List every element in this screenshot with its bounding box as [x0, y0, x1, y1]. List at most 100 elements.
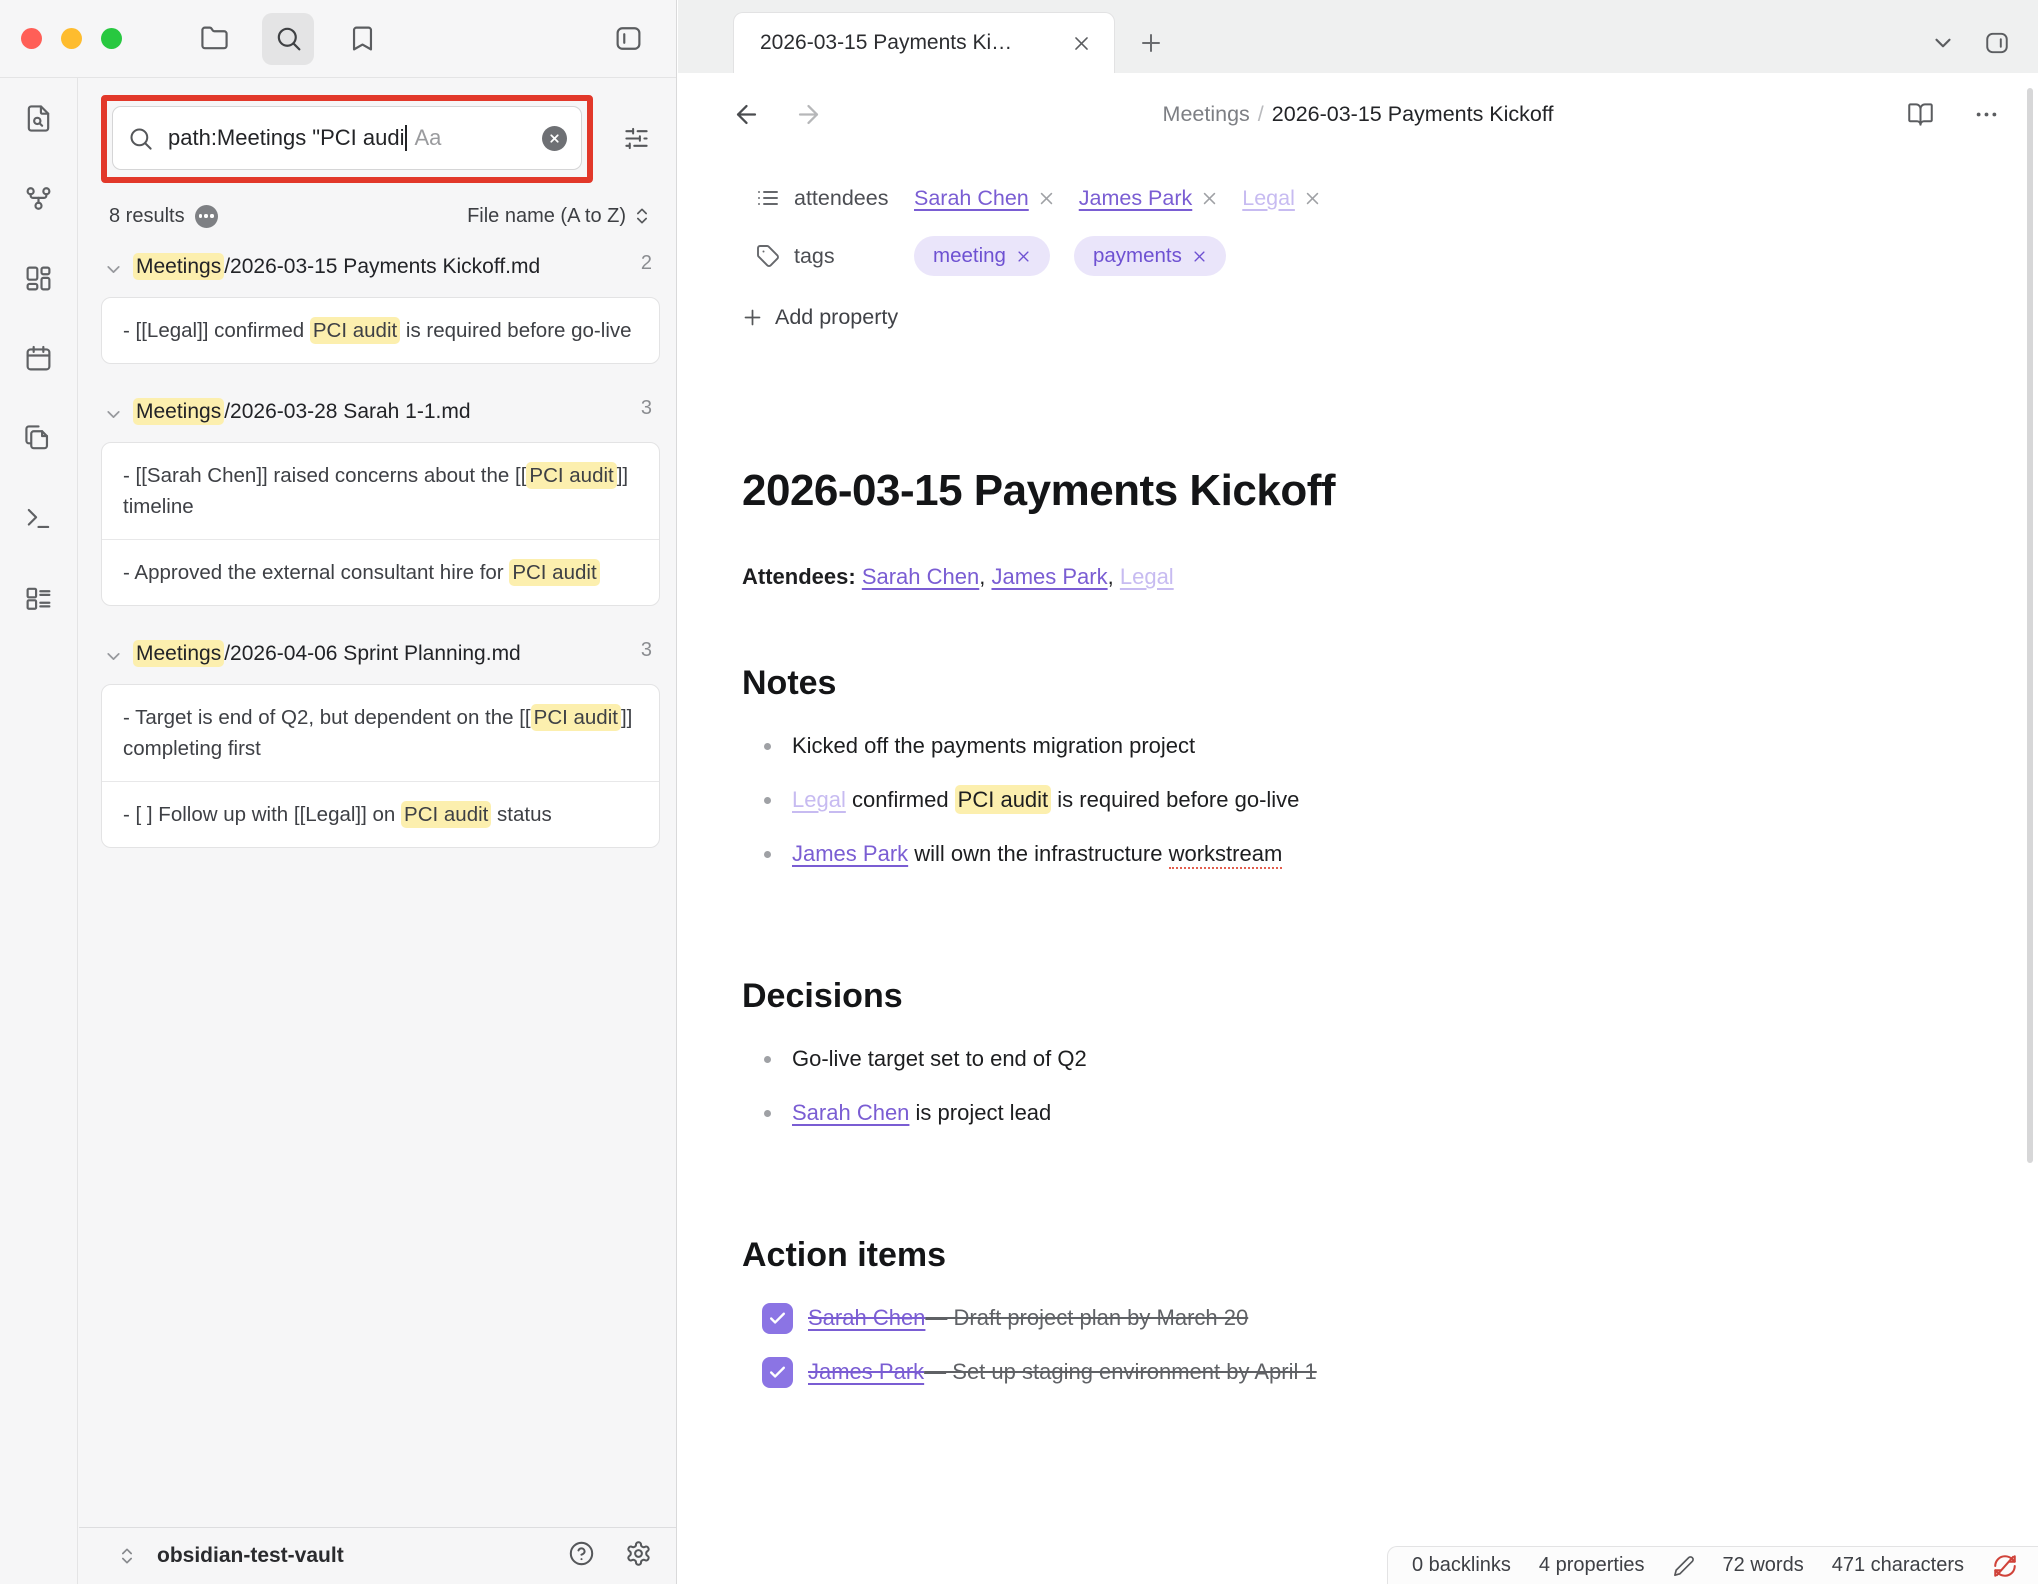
search-settings-icon[interactable] — [618, 120, 654, 156]
search-result-file[interactable]: Meetings/2026-04-06 Sprint Planning.md3 — [101, 633, 660, 676]
reading-mode-icon[interactable] — [1902, 96, 1938, 132]
remove-tag-icon[interactable] — [1016, 249, 1031, 264]
sort-order-button[interactable]: File name (A to Z) — [467, 205, 652, 228]
collapse-left-sidebar-icon[interactable] — [602, 13, 654, 65]
internal-link[interactable]: James Park — [1079, 186, 1193, 211]
bookmark-icon[interactable] — [336, 13, 388, 65]
search-result-group: Meetings/2026-03-15 Payments Kickoff.md2… — [101, 246, 660, 364]
edit-mode-icon[interactable] — [1673, 1555, 1695, 1577]
collapse-chevron-icon[interactable] — [103, 255, 124, 285]
tag-pill-label: meeting — [933, 244, 1006, 268]
remove-value-icon[interactable] — [1304, 190, 1321, 207]
navigate-back-icon[interactable] — [728, 96, 764, 132]
breadcrumb-parent[interactable]: Meetings — [1163, 102, 1250, 126]
obsidian-window: path:Meetings "PCI audi Aa 8 results Fil… — [0, 0, 2038, 1584]
property-key[interactable]: attendees — [742, 186, 914, 211]
search-query-text: path:Meetings "PCI audi — [168, 125, 405, 151]
view-header: Meetings/2026-03-15 Payments Kickoff — [678, 73, 2038, 155]
results-count[interactable]: 8 results — [109, 205, 218, 228]
internal-link[interactable]: James Park — [792, 841, 908, 866]
internal-link[interactable]: Sarah Chen — [862, 564, 979, 589]
list-todo-icon[interactable] — [17, 576, 61, 620]
tag-icon — [756, 244, 780, 268]
highlighted-text: PCI audit — [531, 704, 621, 731]
breadcrumb-current[interactable]: 2026-03-15 Payments Kickoff — [1272, 102, 1554, 126]
results-more-icon[interactable] — [195, 205, 218, 228]
minimize-window-button[interactable] — [61, 28, 82, 49]
search-result-file[interactable]: Meetings/2026-03-28 Sarah 1-1.md3 — [101, 391, 660, 434]
add-property-button[interactable]: Add property — [742, 305, 1958, 330]
internal-link[interactable]: James Park — [991, 564, 1107, 589]
terminal-icon[interactable] — [17, 496, 61, 540]
task-checkbox[interactable] — [762, 1357, 793, 1388]
task-checkbox[interactable] — [762, 1303, 793, 1334]
result-file-name: Meetings/2026-03-28 Sarah 1-1.md — [133, 395, 629, 428]
remove-tag-icon[interactable] — [1192, 249, 1207, 264]
navigate-forward-icon[interactable] — [790, 96, 826, 132]
copy-icon[interactable] — [17, 416, 61, 460]
expand-right-sidebar-icon[interactable] — [1984, 30, 2010, 61]
sync-error-icon[interactable] — [1992, 1553, 2018, 1579]
text-segment: — Set up staging environment by April 1 — [924, 1345, 1317, 1399]
task-item: Sarah Chen — Draft project plan by March… — [742, 1291, 1958, 1345]
internal-link[interactable]: Legal — [1120, 564, 1174, 589]
scrollbar-thumb[interactable] — [2027, 88, 2033, 1163]
property-label: tags — [794, 244, 835, 269]
search-result-snippet[interactable]: - Approved the external consultant hire … — [102, 539, 659, 605]
search-icon[interactable] — [262, 13, 314, 65]
backlinks-status[interactable]: 0 backlinks — [1412, 1554, 1511, 1577]
vault-name[interactable]: obsidian-test-vault — [157, 1544, 344, 1568]
close-window-button[interactable] — [21, 28, 42, 49]
search-result-card: - Target is end of Q2, but dependent on … — [101, 684, 660, 848]
match-case-toggle[interactable]: Aa — [415, 125, 442, 151]
canvas-icon[interactable] — [17, 256, 61, 300]
result-file-name: Meetings/2026-03-15 Payments Kickoff.md — [133, 250, 629, 283]
property-key[interactable]: tags — [742, 244, 914, 269]
text-segment: Attendees: — [742, 564, 856, 589]
window-controls — [0, 28, 122, 49]
internal-link[interactable]: Legal — [792, 787, 846, 812]
help-icon[interactable] — [568, 1540, 595, 1572]
internal-link[interactable]: Legal — [1242, 186, 1295, 211]
internal-link[interactable]: Sarah Chen — [792, 1100, 909, 1125]
text-cursor — [405, 125, 407, 151]
property-link-value: Sarah Chen — [914, 186, 1055, 211]
tab-active[interactable]: 2026-03-15 Payments Ki… — [733, 12, 1115, 73]
internal-link[interactable]: Sarah Chen — [808, 1291, 925, 1345]
tab-list-chevron-icon[interactable] — [1930, 30, 1956, 61]
collapse-chevron-icon[interactable] — [103, 642, 124, 672]
tab-title: 2026-03-15 Payments Ki… — [760, 31, 1066, 55]
folder-icon[interactable] — [188, 13, 240, 65]
internal-link[interactable]: James Park — [808, 1345, 924, 1399]
clear-search-icon[interactable] — [542, 126, 567, 151]
file-search-icon[interactable] — [17, 96, 61, 140]
bullet-dot — [764, 1056, 771, 1063]
search-result-snippet[interactable]: - Target is end of Q2, but dependent on … — [102, 685, 659, 781]
remove-value-icon[interactable] — [1038, 190, 1055, 207]
close-tab-icon[interactable] — [1066, 28, 1096, 58]
property-label: attendees — [794, 186, 888, 211]
properties-status[interactable]: 4 properties — [1539, 1554, 1645, 1577]
zoom-window-button[interactable] — [101, 28, 122, 49]
more-options-icon[interactable] — [1968, 96, 2004, 132]
internal-link[interactable]: Sarah Chen — [914, 186, 1029, 211]
new-tab-icon[interactable] — [1129, 21, 1173, 65]
search-result-file[interactable]: Meetings/2026-03-15 Payments Kickoff.md2 — [101, 246, 660, 289]
collapse-chevron-icon[interactable] — [103, 400, 124, 430]
settings-gear-icon[interactable] — [625, 1540, 652, 1572]
search-result-snippet[interactable]: - [[Legal]] confirmed PCI audit is requi… — [102, 298, 659, 363]
list-item: James Park will own the infrastructure w… — [742, 827, 1958, 881]
tag-pill[interactable]: meeting — [914, 236, 1050, 276]
search-result-snippet[interactable]: - [ ] Follow up with [[Legal]] on PCI au… — [102, 781, 659, 847]
graph-icon[interactable] — [17, 176, 61, 220]
left-sidebar: path:Meetings "PCI audi Aa 8 results Fil… — [0, 0, 677, 1584]
attendees-paragraph: Attendees: Sarah Chen, James Park, Legal — [742, 564, 1958, 590]
properties-container: attendees Sarah Chen James Park Legal tags me… — [742, 169, 1958, 285]
remove-value-icon[interactable] — [1201, 190, 1218, 207]
note-sections: NotesKicked off the payments migration p… — [742, 664, 1958, 1399]
tag-pill[interactable]: payments — [1074, 236, 1226, 276]
search-result-snippet[interactable]: - [[Sarah Chen]] raised concerns about t… — [102, 443, 659, 539]
section-list: Kicked off the payments migration projec… — [742, 719, 1958, 881]
search-input[interactable]: path:Meetings "PCI audi Aa — [112, 106, 582, 170]
calendar-icon[interactable] — [17, 336, 61, 380]
